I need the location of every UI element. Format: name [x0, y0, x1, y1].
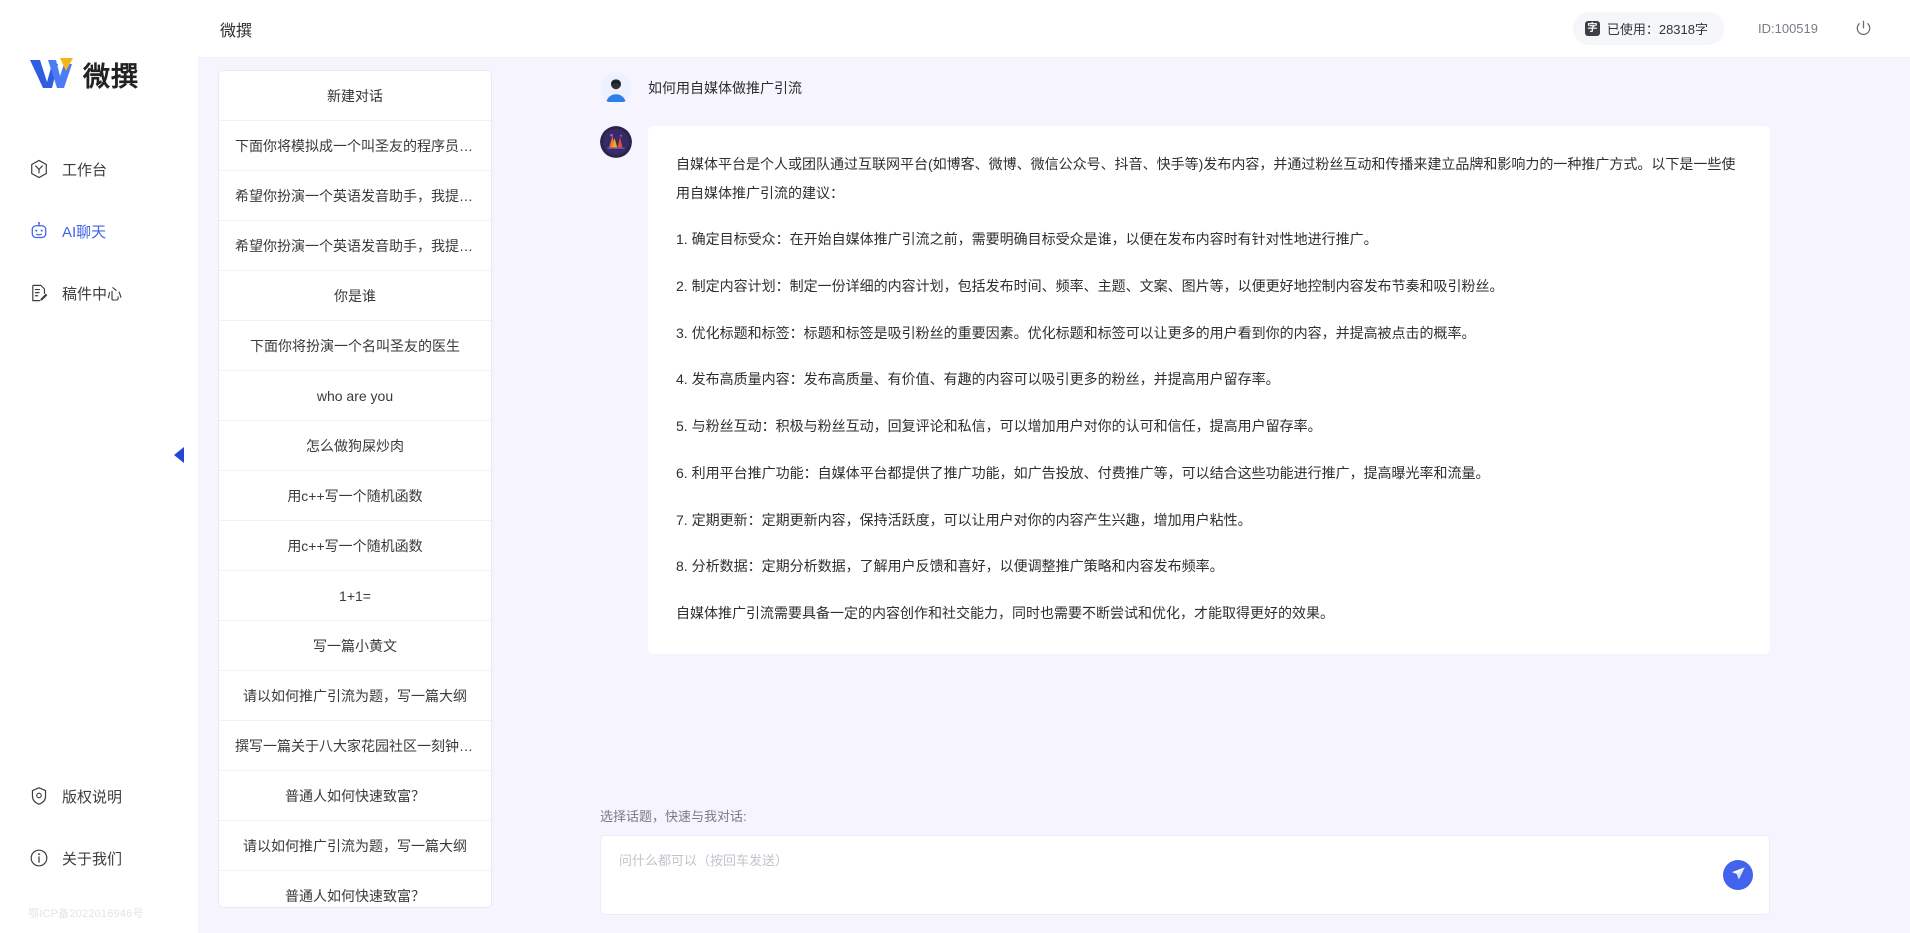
sidebar-item-ai-chat[interactable]: AI聊天 — [0, 210, 198, 252]
document-edit-icon — [28, 283, 49, 304]
list-item[interactable]: 请以如何推广引流为题，写一篇大纲 — [219, 821, 491, 871]
conversation-title: 下面你将模拟成一个叫圣友的程序员，我说... — [235, 137, 475, 154]
new-chat-label: 新建对话 — [327, 87, 383, 104]
conversation-panel: 新建对话 下面你将模拟成一个叫圣友的程序员，我说... 希望你扮演一个英语发音助… — [174, 58, 500, 933]
conversation-title: 普通人如何快速致富？ — [285, 887, 425, 904]
conversation-title: 撰写一篇关于八大家花园社区一刻钟便民生... — [235, 737, 475, 754]
send-button[interactable] — [1723, 860, 1753, 890]
brand: 微撰 — [0, 0, 198, 110]
shield-icon — [28, 786, 49, 807]
ai-paragraph: 2. 制定内容计划：制定一份详细的内容计划，包括发布时间、频率、主题、文案、图片… — [676, 278, 1504, 295]
ai-paragraph: 5. 与粉丝互动：积极与粉丝互动，回复评论和私信，可以增加用户对你的认可和信任，… — [676, 418, 1322, 435]
ai-paragraph: 8. 分析数据：定期分析数据，了解用户反馈和喜好，以便调整推广策略和内容发布频率… — [676, 558, 1224, 575]
left-sidebar: 微撰 工作台 AI聊天 稿件中心 版权说明 关于我们 鄂ICP备20220169… — [0, 0, 198, 933]
send-plane-icon — [1731, 866, 1746, 884]
ai-paragraph: 自媒体推广引流需要具备一定的内容创作和社交能力，同时也需要不断尝试和优化，才能取… — [676, 604, 1334, 621]
brand-name: 微撰 — [83, 61, 139, 92]
sidebar-item-workbench[interactable]: 工作台 — [0, 148, 198, 190]
sidebar-item-label: AI聊天 — [62, 223, 107, 241]
ai-paragraph: 7. 定期更新：定期更新内容，保持活跃度，可以让用户对你的内容产生兴趣，增加用户… — [676, 511, 1252, 528]
main-nav: 工作台 AI聊天 稿件中心 — [0, 148, 198, 314]
conversation-title: 用c++写一个随机函数 — [287, 537, 423, 554]
chevron-left-icon[interactable] — [170, 444, 188, 466]
message-input[interactable] — [601, 836, 1769, 914]
ai-paragraph: 4. 发布高质量内容：发布高质量、有价值、有趣的内容可以吸引更多的粉丝，并提高用… — [676, 371, 1280, 388]
power-icon[interactable] — [1852, 18, 1874, 40]
ai-paragraph: 自媒体平台是个人或团队通过互联网平台(如博客、微博、微信公众号、抖音、快手等)发… — [676, 156, 1736, 201]
user-message-text: 如何用自媒体做推广引流 — [648, 80, 802, 96]
sidebar-item-copyright[interactable]: 版权说明 — [0, 775, 198, 817]
composer: 选择话题，快速与我对话: — [500, 806, 1910, 933]
list-item[interactable]: 请以如何推广引流为题，写一篇大纲 — [219, 671, 491, 721]
main-area: 微撰 字 已使用：28318字 ID:100519 新建对话 下面你将模拟成一个… — [174, 0, 1910, 933]
chat-column: 如何用自媒体做推广引流 自媒体平台是个人或团队通过互联网平台(如博客、微博、微信… — [500, 58, 1910, 933]
sidebar-item-manuscript-center[interactable]: 稿件中心 — [0, 272, 198, 314]
composer-box — [600, 835, 1770, 915]
page-title: 微撰 — [220, 22, 253, 40]
top-bar: 微撰 字 已使用：28318字 ID:100519 — [198, 0, 1910, 58]
conversation-title: 请以如何推广引流为题，写一篇大纲 — [243, 687, 467, 704]
conversation-list[interactable]: 新建对话 下面你将模拟成一个叫圣友的程序员，我说... 希望你扮演一个英语发音助… — [218, 70, 492, 908]
list-item[interactable]: 普通人如何快速致富？ — [219, 871, 491, 907]
usage-chip[interactable]: 字 已使用：28318字 — [1572, 12, 1724, 45]
list-item[interactable]: 撰写一篇关于八大家花园社区一刻钟便民生... — [219, 721, 491, 771]
user-id: ID:100519 — [1758, 21, 1818, 36]
list-item[interactable]: 你是谁 — [219, 271, 491, 321]
icp-record-number: 鄂ICP备2022016946号 — [28, 908, 144, 920]
conversation-title: 希望你扮演一个英语发音助手，我提供给你... — [235, 237, 475, 254]
conversation-title: 普通人如何快速致富？ — [285, 787, 425, 804]
new-chat-button[interactable]: 新建对话 — [219, 71, 491, 121]
list-item[interactable]: who are you — [219, 371, 491, 421]
list-item[interactable]: 普通人如何快速致富？ — [219, 771, 491, 821]
ai-message-row: 自媒体平台是个人或团队通过互联网平台(如博客、微博、微信公众号、抖音、快手等)发… — [500, 126, 1910, 654]
usage-badge-icon: 字 — [1584, 21, 1600, 36]
sidebar-item-label: 工作台 — [62, 161, 108, 179]
chat-scroll-area[interactable]: 如何用自媒体做推广引流 自媒体平台是个人或团队通过互联网平台(如博客、微博、微信… — [500, 58, 1910, 806]
list-item[interactable]: 1+1= — [219, 571, 491, 621]
app-root: 微撰 工作台 AI聊天 稿件中心 版权说明 关于我们 鄂ICP备20220169… — [0, 0, 1910, 933]
sidebar-item-label: 版权说明 — [62, 788, 123, 806]
conversation-title: 怎么做狗屎炒肉 — [306, 437, 404, 454]
ai-message-bubble: 自媒体平台是个人或团队通过互联网平台(如博客、微博、微信公众号、抖音、快手等)发… — [648, 126, 1770, 654]
list-item[interactable]: 用c++写一个随机函数 — [219, 521, 491, 571]
sidebar-item-label: 关于我们 — [62, 850, 123, 868]
list-item[interactable]: 下面你将扮演一个名叫圣友的医生 — [219, 321, 491, 371]
list-item[interactable]: 希望你扮演一个英语发音助手，我提供给你... — [219, 221, 491, 271]
user-message-row: 如何用自媒体做推广引流 — [500, 72, 1910, 104]
info-icon — [28, 848, 49, 869]
sidebar-item-about-us[interactable]: 关于我们 — [0, 837, 198, 879]
list-item[interactable]: 怎么做狗屎炒肉 — [219, 421, 491, 471]
conversation-title: 写一篇小黄文 — [313, 637, 397, 654]
user-avatar-icon — [600, 72, 632, 104]
conversation-title: 你是谁 — [334, 287, 376, 304]
robot-icon — [28, 221, 49, 242]
ai-avatar-icon — [600, 126, 632, 158]
conversation-title: 1+1= — [339, 587, 371, 604]
ai-paragraph: 1. 确定目标受众：在开始自媒体推广引流之前，需要明确目标受众是谁，以便在发布内… — [676, 231, 1378, 248]
list-item[interactable]: 希望你扮演一个英语发音助手，我提供给你... — [219, 171, 491, 221]
list-item[interactable]: 写一篇小黄文 — [219, 621, 491, 671]
conversation-title: 请以如何推广引流为题，写一篇大纲 — [243, 837, 467, 854]
ai-paragraph: 6. 利用平台推广功能：自媒体平台都提供了推广功能，如广告投放、付费推广等，可以… — [676, 464, 1490, 481]
conversation-title: 希望你扮演一个英语发音助手，我提供给你... — [235, 187, 475, 204]
list-item[interactable]: 下面你将模拟成一个叫圣友的程序员，我说... — [219, 121, 491, 171]
conversation-title: who are you — [316, 387, 394, 404]
conversation-title: 用c++写一个随机函数 — [287, 487, 423, 504]
w-logo-icon — [28, 54, 74, 94]
list-item[interactable]: 用c++写一个随机函数 — [219, 471, 491, 521]
workbench-icon — [28, 159, 49, 180]
conversation-title: 下面你将扮演一个名叫圣友的医生 — [250, 337, 460, 354]
ai-paragraph: 3. 优化标题和标签：标题和标签是吸引粉丝的重要因素。优化标题和标签可以让更多的… — [676, 324, 1476, 341]
content-split: 新建对话 下面你将模拟成一个叫圣友的程序员，我说... 希望你扮演一个英语发音助… — [174, 58, 1910, 933]
top-bar-right: 字 已使用：28318字 ID:100519 — [1572, 12, 1874, 45]
sidebar-bottom-nav: 版权说明 关于我们 鄂ICP备2022016946号 — [0, 775, 198, 933]
sidebar-item-label: 稿件中心 — [62, 285, 123, 303]
composer-label: 选择话题，快速与我对话: — [600, 809, 747, 824]
usage-label: 已使用：28318字 — [1606, 22, 1708, 37]
